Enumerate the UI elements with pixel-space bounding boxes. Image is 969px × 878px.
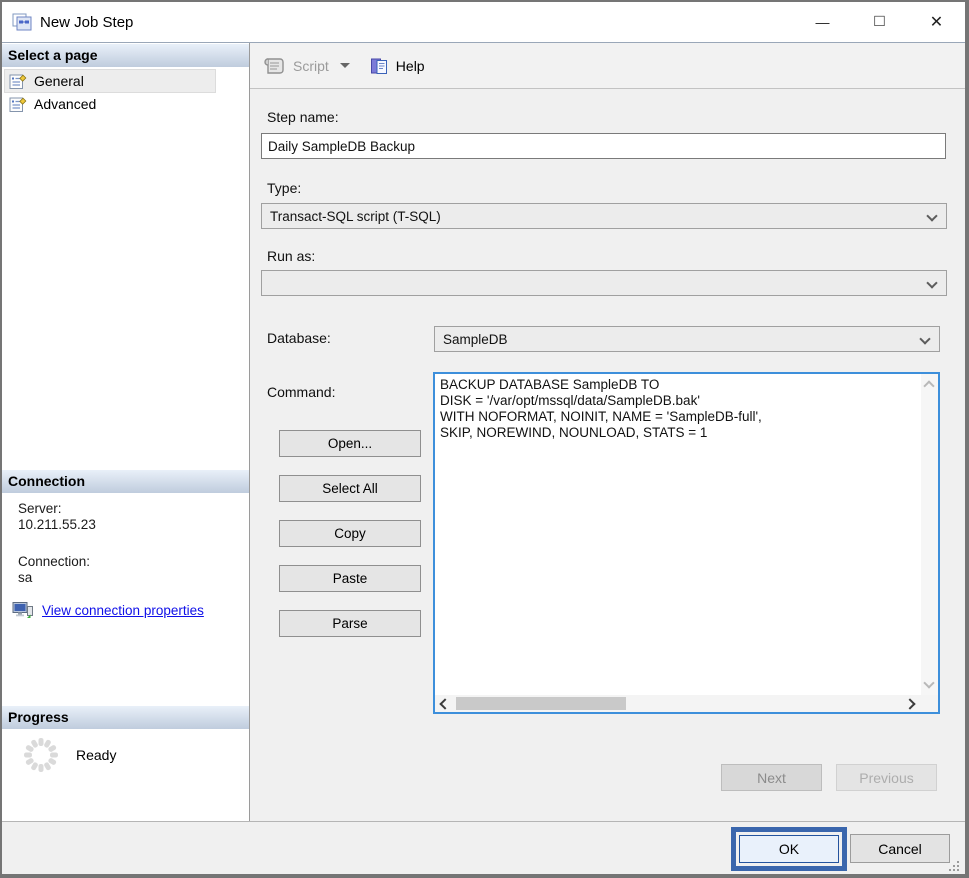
chevron-down-icon bbox=[926, 210, 937, 221]
help-button-label: Help bbox=[396, 58, 425, 74]
chevron-down-icon bbox=[926, 277, 937, 288]
progress-status: Ready bbox=[76, 747, 116, 763]
type-label: Type: bbox=[267, 180, 301, 196]
new-job-step-dialog: New Job Step — □ ✕ Select a page General bbox=[0, 0, 969, 878]
script-button-label: Script bbox=[293, 58, 329, 74]
script-dropdown-icon[interactable] bbox=[340, 63, 350, 68]
connection-header: Connection bbox=[2, 470, 249, 493]
view-connection-properties-link[interactable]: View connection properties bbox=[42, 603, 204, 618]
server-value: 10.211.55.23 bbox=[18, 517, 96, 532]
connection-label: Connection: bbox=[18, 554, 90, 569]
scroll-left-icon[interactable] bbox=[439, 698, 450, 709]
select-all-button[interactable]: Select All bbox=[279, 475, 421, 502]
page-icon bbox=[9, 96, 28, 113]
step-name-input[interactable] bbox=[261, 133, 946, 159]
sidebar: Select a page General bbox=[2, 43, 250, 821]
select-a-page-header: Select a page bbox=[2, 44, 249, 67]
type-dropdown[interactable]: Transact-SQL script (T-SQL) bbox=[261, 203, 947, 229]
type-dropdown-value: Transact-SQL script (T-SQL) bbox=[270, 209, 441, 224]
help-button[interactable]: Help bbox=[370, 57, 425, 75]
step-name-label: Step name: bbox=[267, 109, 339, 125]
paste-button[interactable]: Paste bbox=[279, 565, 421, 592]
form-area: Step name: Type: Transact-SQL script (T-… bbox=[250, 89, 965, 821]
page-icon bbox=[9, 73, 28, 90]
connection-value: sa bbox=[18, 570, 32, 585]
scroll-down-icon[interactable] bbox=[923, 677, 934, 688]
sidebar-item-general[interactable]: General bbox=[5, 70, 215, 92]
database-label: Database: bbox=[267, 330, 331, 346]
previous-button[interactable]: Previous bbox=[836, 764, 937, 791]
maximize-icon[interactable]: □ bbox=[851, 2, 908, 42]
window-controls: — □ ✕ bbox=[794, 2, 965, 42]
server-label: Server: bbox=[18, 501, 62, 516]
progress-spinner-icon bbox=[22, 736, 60, 774]
sidebar-item-label: General bbox=[34, 73, 84, 89]
scrollbar-thumb[interactable] bbox=[456, 697, 626, 710]
database-dropdown[interactable]: SampleDB bbox=[434, 326, 940, 352]
chevron-down-icon bbox=[919, 333, 930, 344]
ok-highlight-box: OK bbox=[731, 827, 847, 871]
dialog-footer: OK Cancel bbox=[2, 821, 965, 874]
close-icon[interactable]: ✕ bbox=[908, 2, 965, 42]
script-icon bbox=[262, 56, 286, 76]
job-step-window-icon bbox=[12, 13, 32, 31]
cancel-button[interactable]: Cancel bbox=[850, 834, 950, 863]
sidebar-item-advanced[interactable]: Advanced bbox=[5, 93, 215, 115]
view-connection-properties-row: View connection properties bbox=[12, 601, 204, 619]
copy-button[interactable]: Copy bbox=[279, 520, 421, 547]
database-dropdown-value: SampleDB bbox=[443, 332, 508, 347]
vertical-scrollbar[interactable] bbox=[921, 374, 938, 695]
sidebar-item-label: Advanced bbox=[34, 96, 96, 112]
command-textarea[interactable]: BACKUP DATABASE SampleDB TO DISK = '/var… bbox=[433, 372, 940, 714]
toolbar: Script Help bbox=[250, 43, 965, 89]
parse-button[interactable]: Parse bbox=[279, 610, 421, 637]
main-panel: Script Help Step name: bbox=[250, 43, 965, 821]
resize-grip[interactable] bbox=[949, 858, 963, 872]
open-button[interactable]: Open... bbox=[279, 430, 421, 457]
script-button[interactable]: Script bbox=[262, 56, 350, 76]
command-text[interactable]: BACKUP DATABASE SampleDB TO DISK = '/var… bbox=[436, 375, 919, 693]
connection-properties-icon bbox=[12, 601, 34, 619]
horizontal-scrollbar[interactable] bbox=[435, 695, 938, 712]
command-label: Command: bbox=[267, 384, 335, 400]
help-icon bbox=[370, 57, 389, 75]
ok-button[interactable]: OK bbox=[739, 835, 839, 863]
title-bar: New Job Step — □ ✕ bbox=[2, 2, 965, 43]
run-as-dropdown[interactable] bbox=[261, 270, 947, 296]
scroll-up-icon[interactable] bbox=[923, 380, 934, 391]
next-button[interactable]: Next bbox=[721, 764, 822, 791]
progress-status-row: Ready bbox=[22, 736, 116, 774]
scroll-right-icon[interactable] bbox=[904, 698, 915, 709]
minimize-icon[interactable]: — bbox=[794, 2, 851, 42]
window-title: New Job Step bbox=[40, 14, 133, 31]
progress-header: Progress bbox=[2, 706, 249, 729]
run-as-label: Run as: bbox=[267, 248, 315, 264]
